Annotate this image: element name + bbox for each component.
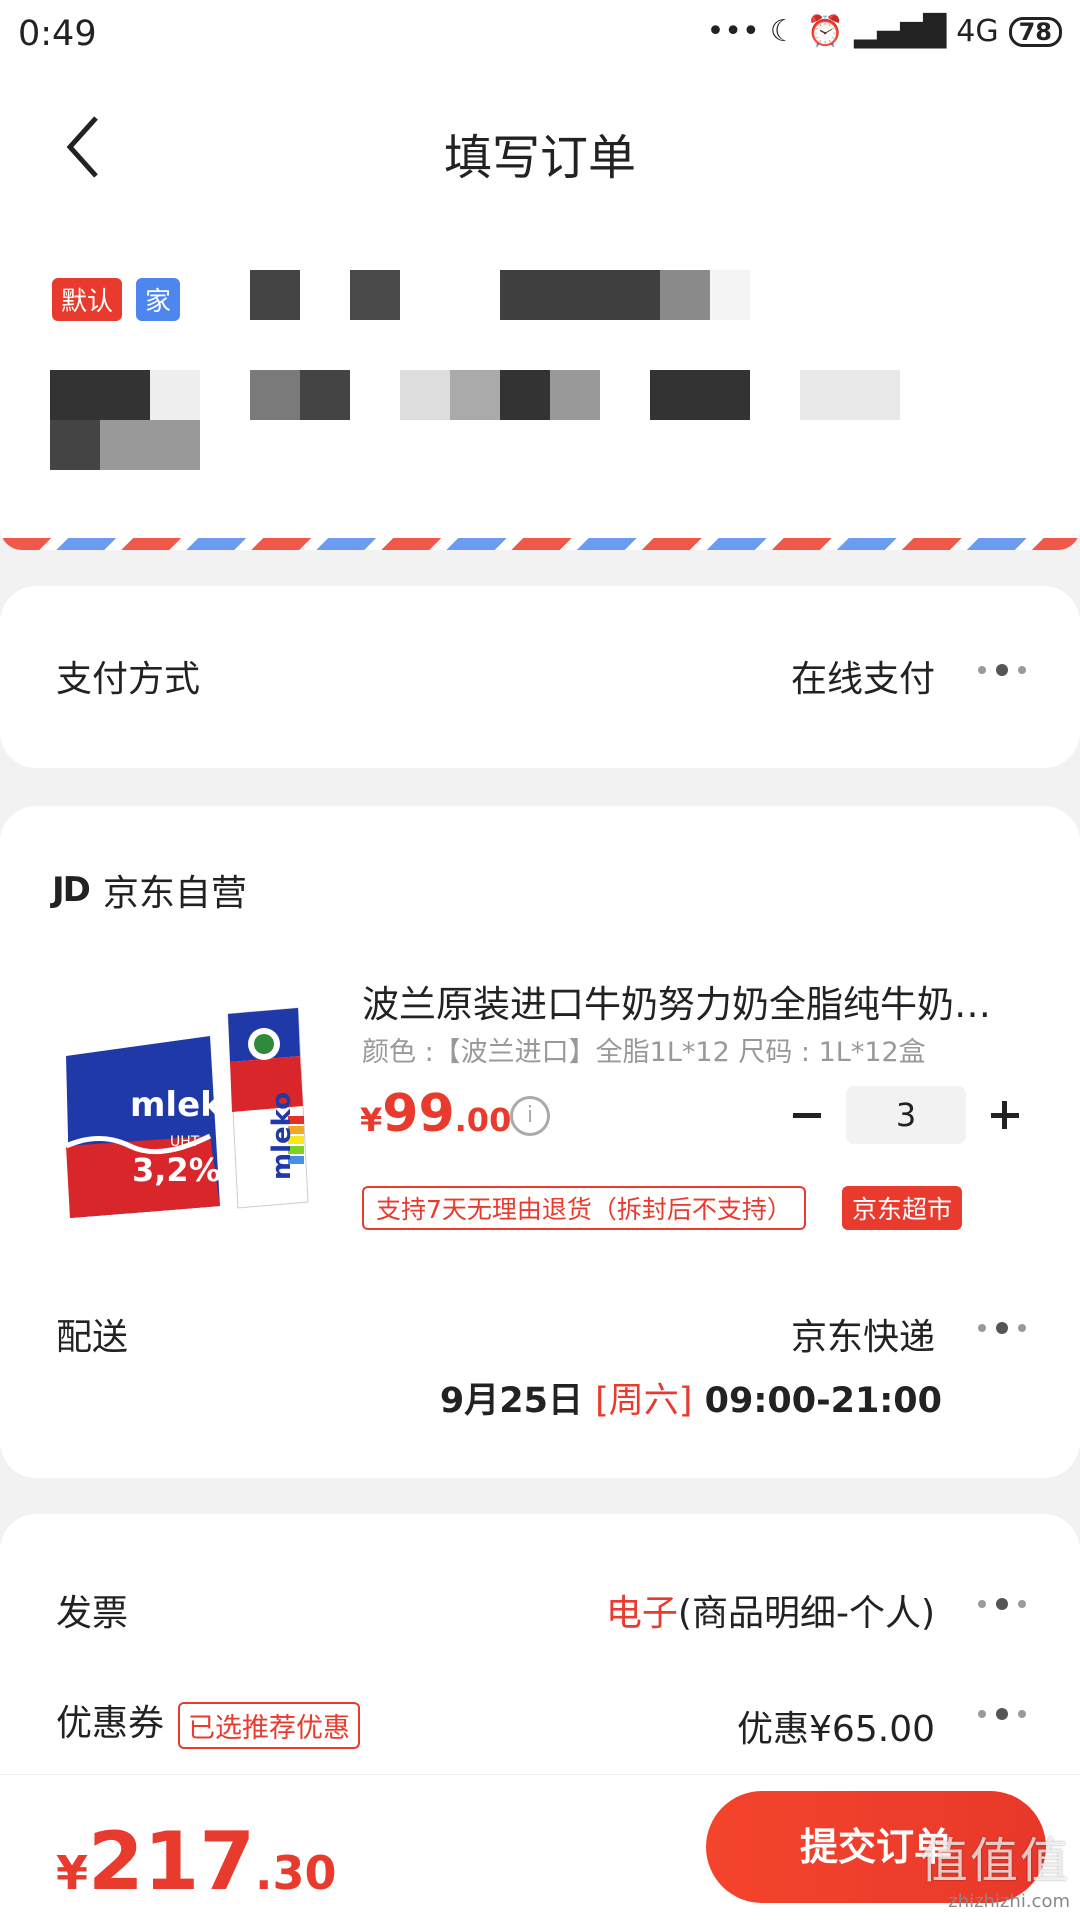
moon-icon: ☾: [769, 14, 797, 49]
delivery-label: 配送: [56, 1317, 129, 1358]
more-options-icon[interactable]: [974, 1704, 1030, 1724]
redacted-address: [150, 370, 200, 420]
payment-card[interactable]: 支付方式 在线支付: [0, 586, 1080, 768]
network-type: 4G: [956, 14, 999, 49]
redacted-address: [50, 370, 150, 420]
goods-card: JD 京东自营 mleko 3,2% UHT mleko 波兰原装进口牛奶努力奶…: [0, 806, 1080, 1478]
status-icons: ••• ☾ ⏰ ▂▄▆█ 4G 78: [707, 14, 1062, 49]
total-integer: 217: [88, 1815, 256, 1908]
product-image-uht: UHT: [170, 1134, 200, 1150]
payment-label: 支付方式: [56, 659, 201, 700]
order-total: ¥ 217 .30: [56, 1815, 337, 1908]
return-policy-tag: 支持7天无理由退货（拆封后不支持）: [362, 1186, 806, 1230]
redacted-phone: [500, 270, 660, 320]
more-options-icon[interactable]: [974, 1594, 1030, 1614]
payment-value: 在线支付: [790, 659, 935, 700]
delivery-carrier[interactable]: 京东快递: [791, 1308, 935, 1360]
more-options-icon[interactable]: [974, 660, 1030, 680]
invoice-label: 发票: [56, 1593, 129, 1634]
jd-supermarket-tag: 京东超市: [842, 1186, 963, 1230]
invoice-detail: (商品明细-个人): [677, 1593, 935, 1634]
delivery-date: 9月25日: [439, 1381, 596, 1421]
invoice-value[interactable]: 电子(商品明细-个人): [606, 1584, 935, 1636]
envelope-border: [0, 538, 1080, 550]
coupon-row-label: 优惠券 已选推荐优惠: [56, 1694, 361, 1749]
redacted-address: [500, 370, 550, 420]
watermark-logo: 值值值: [919, 1833, 1070, 1889]
jd-logo: JD: [52, 870, 91, 910]
redacted-address: [300, 370, 350, 420]
info-icon[interactable]: i: [510, 1096, 550, 1136]
product-price: ¥ 99 .00: [360, 1084, 511, 1144]
product-image[interactable]: mleko 3,2% UHT mleko: [60, 996, 330, 1226]
alarm-icon: ⏰: [806, 14, 844, 49]
status-time: 0:49: [18, 14, 97, 54]
redacted-address: [650, 370, 750, 420]
nav-bar: 填写订单: [0, 76, 1080, 216]
redacted-address: [800, 370, 900, 420]
watermark-url: zhizhizhi.com: [948, 1891, 1070, 1912]
redacted-phone: [710, 270, 750, 320]
redacted-address: [400, 370, 450, 420]
price-currency: ¥: [360, 1101, 383, 1139]
delivery-time[interactable]: 9月25日 [周六] 09:00-21:00: [440, 1372, 942, 1423]
redacted-name: [250, 270, 300, 320]
watermark: 值值值 zhizhizhi.com: [920, 1821, 1070, 1912]
price-integer: 99: [382, 1084, 455, 1144]
price-decimal: .00: [454, 1101, 512, 1139]
redacted-phone: [660, 270, 710, 320]
shop-name: 京东自营: [102, 873, 247, 914]
quantity-input[interactable]: 3: [846, 1086, 966, 1144]
redacted-address: [50, 420, 100, 470]
more-dots-icon: •••: [706, 14, 760, 49]
svg-text:mleko: mleko: [267, 1092, 297, 1180]
redacted-address: [550, 370, 600, 420]
product-image-brand: mleko: [130, 1085, 245, 1125]
coupon-label: 优惠券: [56, 1703, 165, 1744]
status-bar: 0:49 ••• ☾ ⏰ ▂▄▆█ 4G 78: [0, 0, 1080, 76]
product-title[interactable]: 波兰原装进口牛奶努力奶全脂纯牛奶…: [362, 974, 1022, 1028]
page-title: 填写订单: [443, 130, 636, 186]
product-image-fat: 3,2%: [132, 1151, 221, 1189]
signal-icon: ▂▄▆█: [853, 14, 947, 49]
redacted-address: [100, 420, 200, 470]
checkout-bar: ¥ 217 .30 提交订单 值值值 zhizhizhi.com: [0, 1774, 1080, 1920]
redacted-address: [450, 370, 500, 420]
more-options-icon[interactable]: [974, 1318, 1030, 1338]
redacted-address: [250, 370, 300, 420]
address-card[interactable]: 默认 家: [0, 216, 1080, 550]
total-currency: ¥: [56, 1846, 89, 1900]
delivery-hours: 09:00-21:00: [692, 1381, 942, 1421]
redacted-name: [350, 270, 400, 320]
quantity-decrease-button[interactable]: [790, 1098, 824, 1132]
home-address-badge: 家: [136, 278, 181, 321]
coupon-selected-tag: 已选推荐优惠: [178, 1701, 361, 1749]
address-tags: 默认 家: [52, 278, 181, 321]
product-spec: 颜色 :【波兰进口】全脂1L*12 尺码 : 1L*12盒: [362, 1037, 926, 1068]
invoice-type: 电子: [605, 1593, 678, 1634]
delivery-weekday: [周六]: [595, 1381, 693, 1421]
quantity-increase-button[interactable]: [988, 1098, 1022, 1132]
battery-icon: 78: [1008, 16, 1062, 47]
coupon-value[interactable]: 优惠¥65.00: [737, 1700, 935, 1752]
shop-header: JD 京东自营: [52, 864, 247, 916]
total-decimal: .30: [255, 1846, 337, 1900]
default-address-badge: 默认: [52, 278, 123, 321]
